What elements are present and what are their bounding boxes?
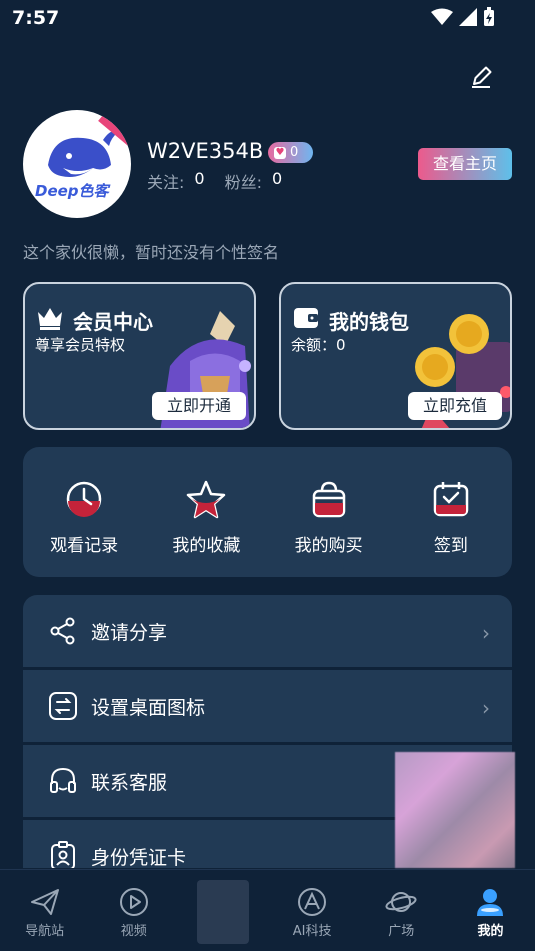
wifi-icon — [431, 8, 453, 25]
wallet-card[interactable]: 我的钱包 余额：0 立即充值 — [279, 282, 512, 430]
signal-icon — [459, 8, 477, 26]
status-icons — [431, 7, 495, 27]
follow-stats: 关注: 0 粉丝: 0 — [147, 169, 298, 193]
heart-icon: ♥ — [274, 146, 286, 159]
star-icon — [187, 480, 226, 519]
follow-label[interactable]: 关注: — [147, 169, 184, 193]
swap-icon — [49, 692, 77, 720]
fans-count[interactable]: 0 — [272, 169, 282, 193]
play-icon — [119, 888, 148, 916]
avatar-logo-text: Deep色客 — [35, 182, 109, 200]
edit-profile-button[interactable] — [466, 62, 496, 92]
pencil-icon — [472, 66, 492, 88]
quick-action-purchases[interactable]: 我的购买 — [268, 447, 390, 577]
menu-label: 设置桌面图标 — [91, 696, 206, 719]
tab-ai-tech[interactable]: AI科技 — [268, 870, 357, 951]
quick-action-label: 观看记录 — [50, 536, 119, 556]
menu-label: 邀请分享 — [91, 621, 168, 644]
tab-label: 导航站 — [25, 924, 65, 939]
vip-activate-button[interactable]: 立即开通 — [152, 392, 246, 420]
menu-item-desktop-icon[interactable]: 设置桌面图标 › — [23, 670, 512, 742]
chevron-right-icon: › — [482, 621, 490, 645]
quick-action-label: 我的购买 — [294, 536, 363, 556]
tab-video[interactable]: 视频 — [89, 870, 178, 951]
paper-plane-icon — [30, 889, 59, 915]
crown-icon — [38, 308, 62, 330]
menu-label: 身份凭证卡 — [91, 846, 187, 869]
bio: 这个家伙很懒，暂时还没有个性签名 — [23, 243, 280, 262]
vip-center-card[interactable]: 会员中心 尊享会员特权 立即开通 — [23, 282, 256, 430]
battery-icon — [484, 7, 494, 26]
tab-label: AI科技 — [292, 924, 332, 939]
tab-label: 我的 — [477, 924, 504, 939]
quick-actions-panel: 观看记录 我的收藏 我的购买 签到 — [23, 447, 512, 577]
tab-mine[interactable]: 我的 — [446, 870, 535, 951]
id-card-icon — [51, 841, 75, 868]
menu-item-invite-share[interactable]: 邀请分享 › — [23, 595, 512, 667]
tab-label: 视频 — [120, 924, 147, 939]
tab-navigation[interactable]: 导航站 — [0, 870, 89, 951]
view-home-button[interactable]: 查看主页 — [418, 148, 512, 180]
quick-action-label: 签到 — [433, 536, 468, 556]
planet-icon — [385, 892, 417, 912]
wallet-recharge-button[interactable]: 立即充值 — [408, 392, 502, 420]
shopping-bag-icon — [312, 481, 345, 518]
follow-count[interactable]: 0 — [194, 169, 204, 193]
quick-action-checkin[interactable]: 签到 — [390, 447, 512, 577]
status-time: 7:57 — [12, 7, 60, 29]
floating-ad-image[interactable] — [395, 752, 515, 868]
ai-icon — [298, 888, 327, 916]
quick-action-history[interactable]: 观看记录 — [23, 447, 145, 577]
calendar-check-icon — [433, 482, 469, 517]
wallet-icon — [294, 308, 318, 328]
clock-icon — [66, 481, 102, 517]
quick-action-favorites[interactable]: 我的收藏 — [145, 447, 267, 577]
center-ad-image[interactable] — [196, 880, 249, 944]
tab-center-ad[interactable] — [178, 870, 267, 951]
vip-card-subtitle: 尊享会员特权 — [35, 336, 126, 354]
vip-level-badge: ♥ 0 — [268, 142, 313, 163]
fans-label[interactable]: 粉丝: — [225, 169, 262, 193]
quick-action-label: 我的收藏 — [172, 536, 241, 556]
tab-label: 广场 — [388, 924, 415, 939]
menu-label: 联系客服 — [91, 771, 168, 794]
username: W2VE354B — [147, 139, 264, 163]
chevron-right-icon: › — [482, 696, 490, 720]
user-icon — [477, 889, 504, 916]
wallet-card-title: 我的钱包 — [329, 310, 409, 334]
tab-square[interactable]: 广场 — [357, 870, 446, 951]
avatar[interactable]: 色客 Deep色客 — [23, 110, 131, 218]
vip-level: 0 — [290, 145, 299, 160]
status-bar: 7:57 — [0, 0, 535, 38]
headset-icon — [50, 767, 76, 793]
bottom-tab-bar: 导航站 视频 AI科技 广场 我的 — [0, 869, 535, 951]
wallet-balance: 余额：0 — [291, 336, 346, 354]
share-icon — [50, 617, 75, 645]
